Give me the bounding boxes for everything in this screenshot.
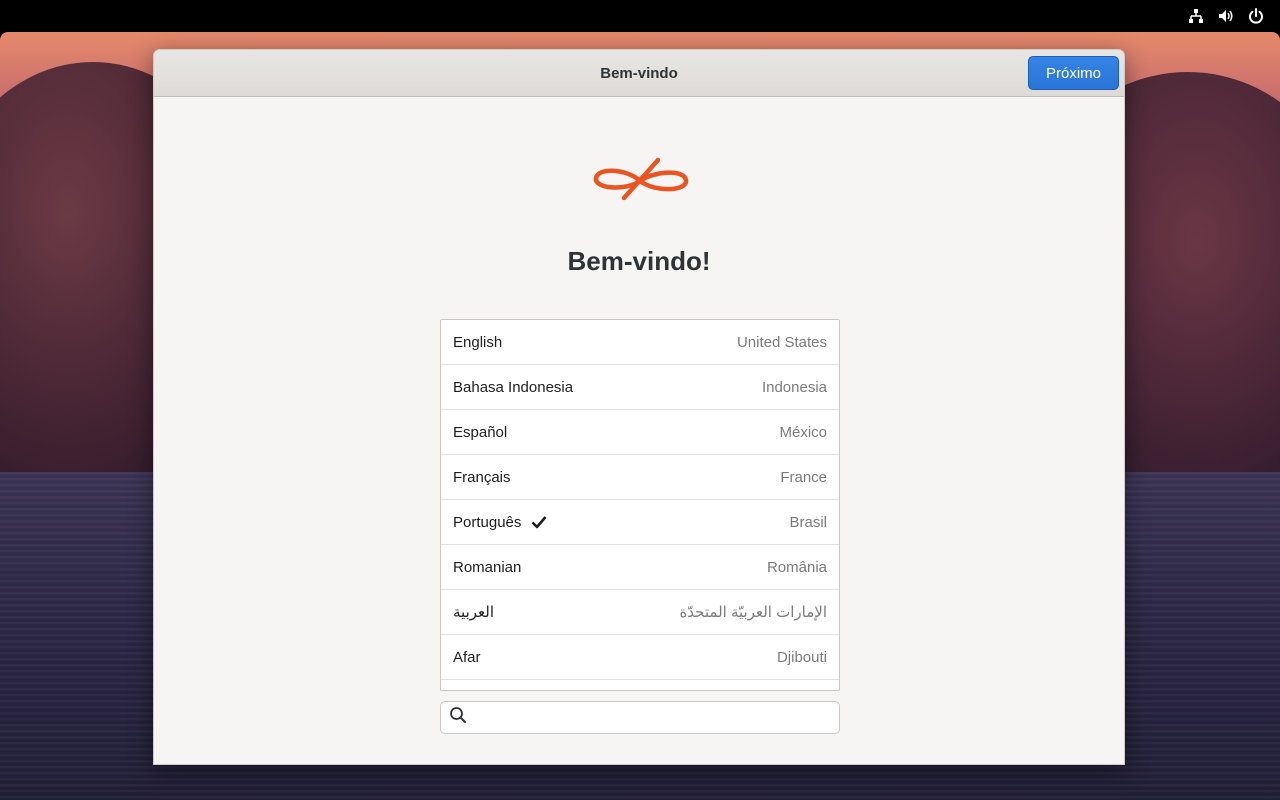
language-region: France (780, 468, 827, 486)
language-name: العربية (453, 604, 494, 621)
language-row-francais[interactable]: Français France (441, 455, 839, 500)
language-region: Brasil (789, 513, 827, 531)
language-name: English (453, 333, 503, 351)
language-region: México (779, 423, 827, 441)
language-region: România (766, 558, 827, 576)
language-region: United States (736, 333, 827, 351)
language-name: Español (453, 423, 508, 441)
language-name: Français (453, 468, 511, 486)
volume-icon[interactable] (1218, 8, 1234, 24)
language-search[interactable] (440, 701, 840, 734)
network-icon[interactable] (1188, 8, 1204, 24)
search-input[interactable] (475, 703, 839, 732)
welcome-window: Bem-vindo Próximo Bem-vindo! English Uni… (153, 49, 1125, 765)
language-name: Afar (453, 648, 481, 666)
language-row-english[interactable]: English United States (441, 320, 839, 365)
language-row-portugues[interactable]: Português Brasil (441, 500, 839, 545)
language-row-espanol[interactable]: Español México (441, 410, 839, 455)
language-row-romanian[interactable]: Romanian România (441, 545, 839, 590)
language-name: Romanian (453, 558, 522, 576)
language-region: Indonesia (761, 378, 827, 396)
welcome-heading: Bem-vindo! (567, 246, 711, 276)
language-list: English United States Bahasa Indonesia I… (440, 319, 840, 691)
window-content: Bem-vindo! English United States Bahasa … (154, 97, 1124, 764)
distro-logo-icon (590, 157, 690, 203)
language-row-bahasa-indonesia[interactable]: Bahasa Indonesia Indonesia (441, 365, 839, 410)
language-region: الإمارات العربيّة المتحدّة (679, 604, 827, 621)
header-bar: Bem-vindo Próximo (154, 50, 1124, 97)
power-icon[interactable] (1248, 8, 1264, 24)
language-region: Djibouti (776, 648, 827, 666)
search-icon (449, 706, 467, 729)
language-row-afar[interactable]: Afar Djibouti (441, 635, 839, 680)
language-row-arabic[interactable]: العربية الإمارات العربيّة المتحدّة (441, 590, 839, 635)
top-bar (0, 0, 1280, 32)
next-button[interactable]: Próximo (1028, 56, 1119, 90)
window-title: Bem-vindo (600, 64, 678, 82)
language-name: Bahasa Indonesia (453, 378, 574, 396)
checkmark-icon (531, 514, 549, 530)
language-name: Português (453, 513, 522, 531)
